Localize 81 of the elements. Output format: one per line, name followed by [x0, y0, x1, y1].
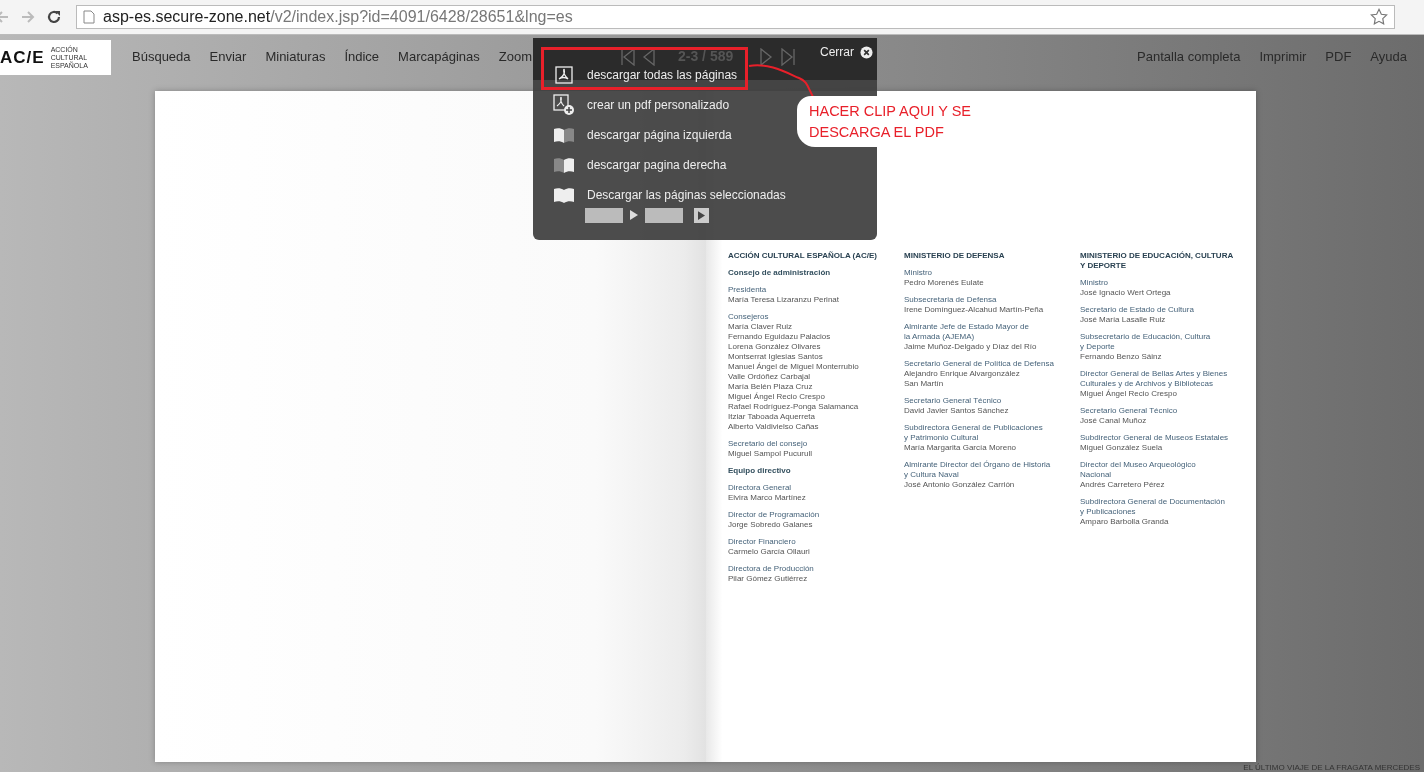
person-name: María Margarita García Moreno	[904, 443, 1018, 453]
role-title: Ministro	[1080, 278, 1109, 288]
to-page-field[interactable]	[645, 207, 683, 223]
person-name: Jorge Sobredo Galanes	[728, 520, 814, 530]
person-name: Pedro Morenés Eulate	[904, 278, 985, 288]
person-name: Miguel Ángel Recio Crespo	[1080, 389, 1178, 399]
role-title: Secretario General de Política de Defensa	[904, 359, 1055, 369]
person-name: María Teresa Lizaranzu Perinat	[728, 295, 841, 305]
person-name: José Canal Muñoz	[1080, 416, 1148, 426]
last-page-icon[interactable]	[780, 48, 796, 66]
go-button[interactable]	[694, 207, 709, 223]
address-bar[interactable]: asp-es.secure-zone.net/v2/index.jsp?id=4091/6428/28651&lng=es	[76, 5, 1395, 29]
role-title: Director General de Bellas Artes y Bienes Culturales y de Archivos y Bibliotecas	[1080, 369, 1229, 388]
role-title: Director de Programación	[728, 510, 821, 520]
menu-item[interactable]: descargar todas las páginas	[553, 60, 738, 90]
toolbar-link[interactable]: Miniaturas	[265, 48, 326, 64]
pdf-add-icon	[553, 94, 575, 116]
person-name: María Claver Ruiz Fernando Eguidazu Palacios Lorena González Olivares Montserrat Iglesias Santos Manuel Ángel de Miguel Monterrubio Valle Ordóñez Carbajal María Belén Plaza Cruz Miguel Ángel Recio Crespo Rafael Rodríguez-Ponga Salamanca Itziar Taboada Aquerreta Alberto Valdivielso Cañas	[728, 322, 860, 432]
role-title: Director Financiero	[728, 537, 797, 547]
role-title: Director del Museo Arqueológico Nacional	[1080, 460, 1197, 480]
role-title: Secretario de Estado de Cultura	[1080, 305, 1195, 315]
toolbar-link[interactable]: Zoom	[498, 48, 532, 64]
toolbar-link[interactable]: Marcapáginas	[398, 48, 480, 64]
section-title: Equipo directivo	[728, 466, 792, 476]
role-title: Presidenta	[728, 285, 768, 295]
open-book-icon	[553, 127, 575, 143]
toolbar-link[interactable]: Índice	[344, 48, 380, 64]
close-button[interactable]: Cerrar	[820, 45, 873, 59]
person-name: Amparo Barbolla Granda	[1080, 517, 1170, 527]
role-title: Subdirectora General de Documentación y Publicaciones	[1080, 497, 1226, 517]
role-title: Consejeros	[728, 312, 770, 322]
pdf-icon	[553, 66, 575, 84]
open-book-icon	[553, 157, 575, 173]
arrow-icon	[630, 210, 638, 220]
section-title: Consejo de administración	[728, 268, 832, 278]
menu-item[interactable]: Descargar las páginas seleccionadas	[553, 180, 786, 210]
close-icon	[860, 45, 873, 59]
person-name: Fernando Benzo Sáinz	[1080, 352, 1163, 362]
role-title: Directora de Producción	[728, 564, 815, 574]
person-name: Jaime Muñoz-Delgado y Díaz del Río	[904, 342, 1038, 352]
role-title: Secretario del consejo	[728, 439, 809, 449]
page-icon	[83, 10, 95, 24]
role-title: Secretario General Técnico	[1080, 406, 1179, 416]
next-page-icon[interactable]	[759, 48, 773, 66]
person-name: José Ignacio Wert Ortega	[1080, 288, 1172, 298]
person-name: Miguel Sampol Pucurull	[728, 449, 814, 459]
person-name: David Javier Santos Sánchez	[904, 406, 1010, 416]
role-title: Secretario General Técnico	[904, 396, 1003, 406]
role-title: Almirante Director del Órgano de Historia y Cultura Naval	[904, 460, 1052, 480]
toolbar-link[interactable]: Enviar	[209, 48, 247, 64]
person-name: Irene Domínguez-Alcahud Martín-Peña	[904, 305, 1045, 315]
open-book-icon	[553, 187, 575, 203]
column-heading: MINISTERIO DE EDUCACIÓN, CULTURA Y DEPORTE	[1080, 251, 1235, 271]
person-name: Pilar Gómez Gutiérrez	[728, 574, 809, 584]
bookmark-star-icon[interactable]	[1370, 8, 1388, 26]
person-name: Andrés Carretero Pérez	[1080, 480, 1166, 490]
role-title: Subsecretaria de Defensa	[904, 295, 998, 305]
role-title: Ministro	[904, 268, 933, 278]
role-title: Subdirectora General de Publicaciones y Patrimonio Cultural	[904, 423, 1044, 443]
person-name: Carmelo García Ollauri	[728, 547, 811, 557]
person-name: José María Lasalle Ruiz	[1080, 315, 1167, 325]
menu-item[interactable]: descargar página izquierda	[553, 120, 732, 150]
previous-page-icon[interactable]	[642, 48, 656, 66]
first-page-icon[interactable]	[620, 48, 636, 66]
person-name: Alejandro Enrique Alvargonzález San Martín	[904, 369, 1021, 389]
forward-icon[interactable]	[20, 9, 36, 25]
role-title: Subsecretario de Educación, Cultura y Deporte	[1080, 332, 1212, 352]
from-page-field[interactable]	[585, 207, 623, 223]
column-heading: ACCIÓN CULTURAL ESPAÑOLA (AC/E)	[728, 251, 879, 261]
menu-item[interactable]: crear un pdf personalizado	[553, 90, 730, 120]
column-heading: MINISTERIO DE DEFENSA	[904, 251, 1006, 261]
toolbar-link[interactable]: Búsqueda	[132, 48, 191, 64]
menu-item[interactable]: descargar pagina derecha	[553, 150, 727, 180]
role-title: Almirante Jefe de Estado Mayor de la Armada (AJEMA)	[904, 322, 1030, 342]
role-title: Directora General	[728, 483, 793, 493]
reload-icon[interactable]	[46, 9, 62, 25]
person-name: Miguel González Suela	[1080, 443, 1164, 453]
url-text: asp-es.secure-zone.net/v2/index.jsp?id=4091/6428/28651&lng=es	[103, 8, 574, 26]
role-title: Subdirector General de Museos Estatales	[1080, 433, 1230, 443]
person-name: José Antonio González Carrión	[904, 480, 1016, 490]
person-name: Elvira Marco Martínez	[728, 493, 807, 503]
